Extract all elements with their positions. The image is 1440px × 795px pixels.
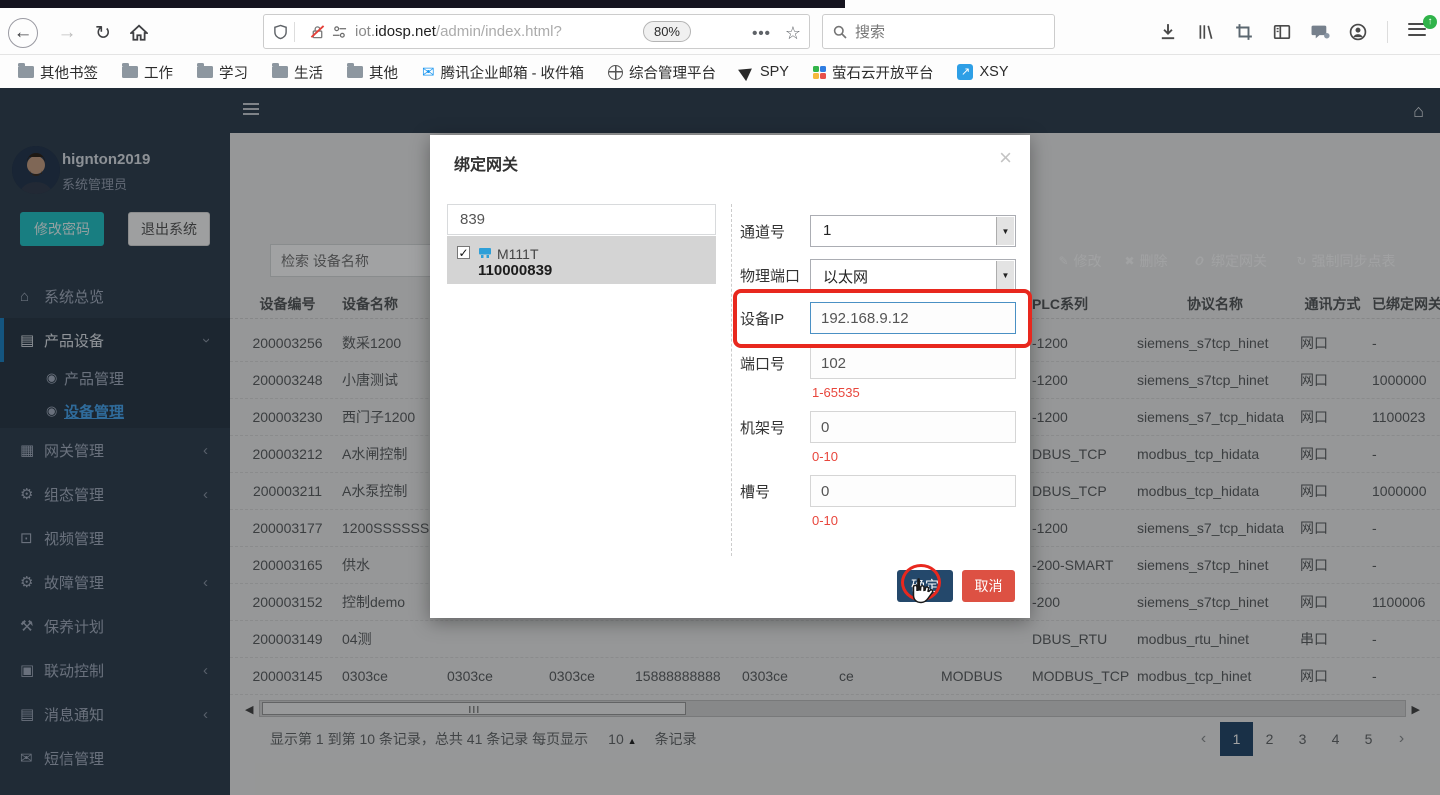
checkbox-checked[interactable]: ✓ <box>457 246 470 259</box>
folder-icon <box>122 66 138 78</box>
browser-chrome: ← → ↻ iot.idosp.net/admin/index.html? 80… <box>0 0 1440 88</box>
bookmark-item[interactable]: 工作 <box>122 62 173 83</box>
forward-button[interactable]: → <box>52 18 82 48</box>
field-hint: 0-10 <box>812 513 838 528</box>
field-label: 机架号 <box>740 417 785 438</box>
screen: ← → ↻ iot.idosp.net/admin/index.html? 80… <box>0 0 1440 795</box>
bookmark-label: 其他 <box>369 62 398 83</box>
back-button[interactable]: ← <box>8 18 38 48</box>
zoom-level-badge[interactable]: 80% <box>643 21 691 42</box>
bookmark-label: 工作 <box>144 62 173 83</box>
reload-button[interactable]: ↻ <box>88 18 118 48</box>
web-page: ⌂ hignton2019 系统管理员 修改密码 退出系统 ⌂系统总览▤产品设备… <box>0 88 1440 795</box>
folder-icon <box>197 66 213 78</box>
menu-icon[interactable]: ↑ <box>1408 23 1430 41</box>
url-bar[interactable]: iot.idosp.net/admin/index.html? 80% ••• … <box>263 14 810 49</box>
spy-icon <box>738 63 756 81</box>
divider <box>731 204 732 556</box>
cancel-button[interactable]: 取消 <box>962 570 1015 602</box>
screenshot-icon[interactable] <box>1235 23 1253 41</box>
bookmark-label: 腾讯企业邮箱 - 收件箱 <box>441 62 584 83</box>
bookmark-label: 生活 <box>294 62 323 83</box>
field-label: 通道号 <box>740 221 785 242</box>
page-actions-icon[interactable]: ••• <box>752 25 771 42</box>
bookmark-item[interactable]: 其他书签 <box>18 62 98 83</box>
folder-icon <box>347 66 363 78</box>
search-placeholder: 搜索 <box>855 21 885 42</box>
cursor-hand-icon <box>908 577 934 612</box>
gateway-search-input[interactable] <box>447 204 716 235</box>
field-label: 槽号 <box>740 481 770 502</box>
library-icon[interactable] <box>1197 23 1215 41</box>
bookmark-label: 萤石云开放平台 <box>832 62 934 83</box>
search-icon <box>833 25 847 39</box>
permissions-icon[interactable] <box>332 25 347 39</box>
gateway-id: 110000839 <box>478 262 552 279</box>
field-label: 端口号 <box>740 353 785 374</box>
folder-icon <box>18 66 34 78</box>
gateway-name: M111T <box>497 246 539 262</box>
field-select[interactable]: 以太网 ▼ <box>810 259 1016 291</box>
tracking-shield-icon[interactable] <box>273 24 288 40</box>
bookmark-item[interactable]: ↗ XSY <box>957 64 1008 80</box>
select-value: 1 <box>823 222 831 239</box>
xsy-icon: ↗ <box>957 64 973 80</box>
field-label: 物理端口 <box>740 265 800 286</box>
modal-title: 绑定网关 <box>454 151 518 175</box>
field-input[interactable] <box>810 411 1016 443</box>
home-icon <box>130 24 148 42</box>
folder-icon <box>272 66 288 78</box>
home-button[interactable] <box>124 18 154 48</box>
field-hint: 1-65535 <box>812 385 860 400</box>
bookmark-item[interactable]: 学习 <box>197 62 248 83</box>
field-input[interactable] <box>810 347 1016 379</box>
chevron-down-icon[interactable]: ▼ <box>996 261 1014 289</box>
field-select[interactable]: 1▼ <box>810 215 1016 247</box>
bookmark-item[interactable]: 生活 <box>272 62 323 83</box>
field-hint: 0-10 <box>812 449 838 464</box>
bookmark-item[interactable]: 萤石云开放平台 <box>813 62 934 83</box>
messages-icon[interactable] <box>1311 23 1329 41</box>
select-value: 以太网 <box>823 266 868 287</box>
gateway-list-item[interactable]: ✓ M111T 110000839 <box>447 236 716 284</box>
bookmark-item[interactable]: 其他 <box>347 62 398 83</box>
divider <box>1387 21 1388 43</box>
window-titlebar <box>0 0 845 8</box>
bind-gateway-modal: 绑定网关 × ✓ M111T 110000839 通道号1▼物理端口以太网▼设备… <box>430 135 1030 618</box>
insecure-lock-icon[interactable] <box>310 24 325 40</box>
downloads-icon[interactable] <box>1159 23 1177 41</box>
url-text[interactable]: iot.idosp.net/admin/index.html? <box>355 23 562 40</box>
bookmark-label: 其他书签 <box>40 62 98 83</box>
annotation-highlight-box <box>733 289 1032 348</box>
browser-toolbar: ← → ↻ iot.idosp.net/admin/index.html? 80… <box>0 8 1440 55</box>
bookmarks-bar: 其他书签 工作 学习 生活 其他 ✉ 腾讯企业邮箱 - 收件箱 综合管理平台 SPY 萤石云开放平… <box>0 56 1440 88</box>
bookmark-label: XSY <box>979 64 1008 80</box>
account-icon[interactable] <box>1349 23 1367 41</box>
divider <box>294 22 295 42</box>
bookmark-star-icon[interactable]: ☆ <box>785 23 801 44</box>
sidebar-toggle-icon[interactable] <box>1273 23 1291 41</box>
field-input[interactable] <box>810 475 1016 507</box>
bookmark-item[interactable]: ✉ 腾讯企业邮箱 - 收件箱 <box>422 62 584 83</box>
bookmark-label: SPY <box>760 64 789 80</box>
search-bar[interactable]: 搜索 <box>822 14 1055 49</box>
ezviz-icon <box>813 66 826 79</box>
exmail-icon: ✉ <box>422 63 435 81</box>
bookmark-item[interactable]: 综合管理平台 <box>608 62 716 83</box>
close-icon[interactable]: × <box>999 145 1012 171</box>
bookmark-item[interactable]: SPY <box>740 64 789 80</box>
bookmark-label: 综合管理平台 <box>629 62 716 83</box>
update-badge: ↑ <box>1423 15 1437 29</box>
bookmark-label: 学习 <box>219 62 248 83</box>
globe-icon <box>608 65 623 80</box>
chevron-down-icon[interactable]: ▼ <box>996 217 1014 245</box>
